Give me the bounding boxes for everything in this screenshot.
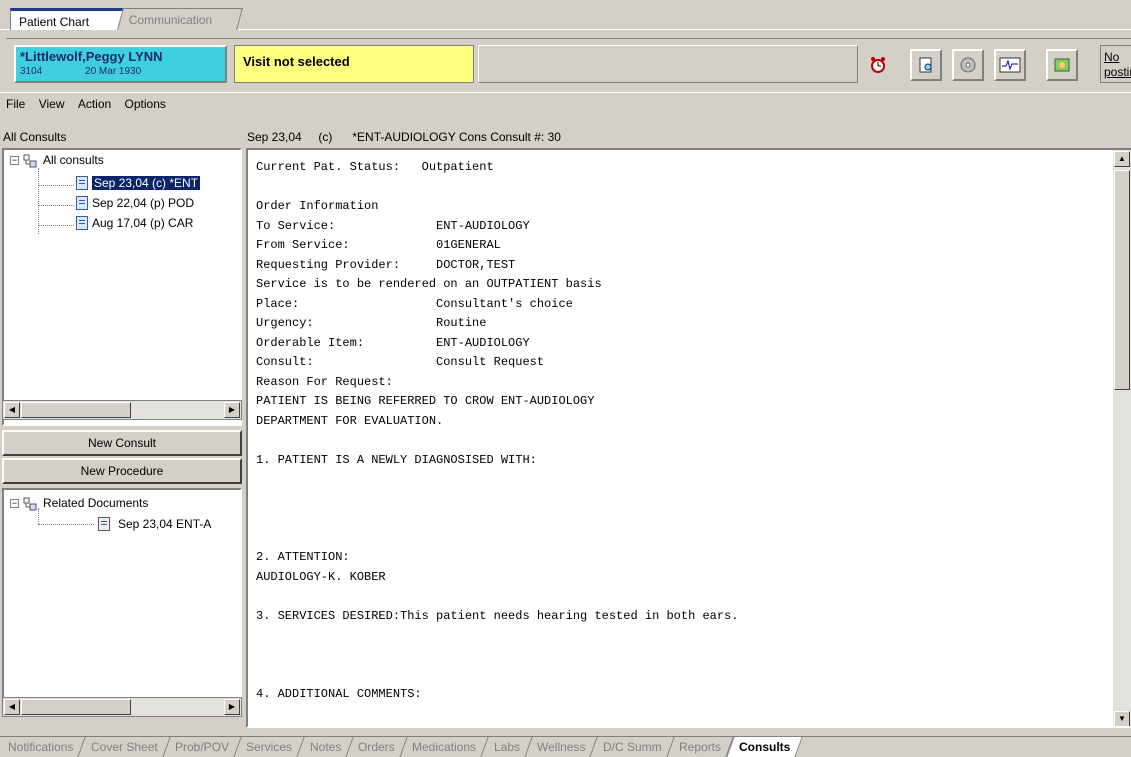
scroll-right-arrow-icon[interactable]: ▶ <box>224 699 240 715</box>
tab-label: Medications <box>412 740 477 754</box>
related-document-label: Sep 23,04 ENT-A <box>118 517 212 531</box>
tab-label: Orders <box>358 740 395 754</box>
tab-consults[interactable]: Consults <box>726 737 804 757</box>
consults-tree[interactable]: − All consults Sep 23,04 (c) *ENT Sep 22… <box>2 148 242 426</box>
tab-labs[interactable]: Labs <box>481 737 533 757</box>
tree-connector <box>38 205 74 206</box>
consult-document-icon <box>76 216 88 230</box>
related-horizontal-scrollbar[interactable]: ◀ ▶ <box>2 697 242 717</box>
patient-sub-info: 3104 20 Mar 1930 <box>20 66 221 77</box>
consult-item-label: Sep 23,04 (c) *ENT <box>92 176 201 190</box>
note-document-icon <box>98 517 110 531</box>
tab-label: Services <box>246 740 293 754</box>
scroll-thumb[interactable] <box>21 402 131 418</box>
scroll-thumb[interactable] <box>21 699 131 715</box>
app-window: Patient Chart Communication *Littlewolf,… <box>0 0 1131 757</box>
consult-item-label: Aug 17,04 (p) CAR <box>92 216 194 230</box>
tree-root-related-documents[interactable]: − Related Documents <box>10 494 148 512</box>
chart-tab-bar: Notifications Cover Sheet Prob/POV Servi… <box>0 736 1131 757</box>
scroll-right-arrow-icon[interactable]: ▶ <box>224 402 240 418</box>
related-documents-tree[interactable]: − Related Documents Sep 23,04 ENT-A <box>2 488 242 700</box>
scroll-left-arrow-icon[interactable]: ◀ <box>4 699 20 715</box>
tab-orders[interactable]: Orders <box>346 737 408 757</box>
patient-dob: 20 Mar 1930 <box>85 66 142 77</box>
consult-item[interactable]: Sep 22,04 (p) POD <box>76 194 194 212</box>
menu-bar: File View Action Options <box>0 92 1131 114</box>
alarm-clock-icon[interactable] <box>862 49 894 81</box>
tree-root-icon <box>23 154 37 168</box>
tab-label: D/C Summ <box>602 740 662 754</box>
tree-root-icon <box>23 497 37 511</box>
tab-label: Wellness <box>536 740 586 754</box>
tab-dc-summ[interactable]: D/C Summ <box>591 737 675 757</box>
tab-label: Prob/POV <box>174 740 229 754</box>
visit-selector[interactable]: Visit not selected <box>234 45 474 83</box>
header-spacer <box>478 45 858 83</box>
related-document-item[interactable]: Sep 23,04 ENT-A <box>98 515 211 533</box>
scroll-thumb[interactable] <box>1114 170 1130 390</box>
search-document-icon[interactable] <box>910 49 942 81</box>
tree-root-all-consults[interactable]: − All consults <box>10 151 104 169</box>
tab-communication-label: Communication <box>128 13 213 27</box>
patient-chart-number: 3104 <box>20 66 43 77</box>
menu-view[interactable]: View <box>39 97 65 111</box>
tab-label: Consults <box>739 740 791 754</box>
patient-name: *Littlewolf,Peggy LYNN <box>20 49 163 64</box>
collapse-icon[interactable]: − <box>10 498 19 508</box>
consult-document-icon <box>76 176 88 190</box>
tab-medications[interactable]: Medications <box>400 737 489 757</box>
tab-reports[interactable]: Reports <box>667 737 734 757</box>
tab-label: Cover Sheet <box>90 740 158 754</box>
consult-item[interactable]: Sep 23,04 (c) *ENT <box>76 174 201 192</box>
tab-label: Reports <box>678 740 721 754</box>
tab-label: Notes <box>309 740 341 754</box>
new-procedure-button[interactable]: New Procedure <box>2 458 242 484</box>
menu-options[interactable]: Options <box>125 97 166 111</box>
menu-file[interactable]: File <box>6 97 25 111</box>
patient-selector[interactable]: *Littlewolf,Peggy LYNN 3104 20 Mar 1930 <box>14 45 227 83</box>
no-posting-label: No postin <box>1104 50 1131 79</box>
collapse-icon[interactable]: − <box>10 155 19 165</box>
tree-root-label: All consults <box>43 153 104 167</box>
tab-notes[interactable]: Notes <box>297 737 354 757</box>
tab-patient-chart[interactable]: Patient Chart <box>10 8 126 30</box>
tab-communication[interactable]: Communication <box>117 8 243 30</box>
scroll-left-arrow-icon[interactable]: ◀ <box>4 402 20 418</box>
patient-notes-icon[interactable] <box>1046 49 1078 81</box>
top-tab-bar: Patient Chart Communication <box>0 0 1131 30</box>
tab-services[interactable]: Services <box>234 737 305 757</box>
new-consult-button[interactable]: New Consult <box>2 430 242 456</box>
consult-detail-text: Current Pat. Status: Outpatient Order In… <box>256 160 739 701</box>
menu-action[interactable]: Action <box>78 97 111 111</box>
consult-item[interactable]: Aug 17,04 (p) CAR <box>76 214 193 232</box>
consult-detail-panel[interactable]: Current Pat. Status: Outpatient Order In… <box>246 148 1131 728</box>
detail-vertical-scrollbar[interactable]: ▲ ▼ <box>1113 150 1131 726</box>
tab-label: Notifications <box>8 740 74 754</box>
all-consults-label: All Consults <box>3 130 67 144</box>
vital-signs-icon[interactable] <box>994 49 1026 81</box>
tab-cover-sheet[interactable]: Cover Sheet <box>79 737 171 757</box>
tree-connector <box>38 225 74 226</box>
consult-document-icon <box>76 196 88 210</box>
consults-horizontal-scrollbar[interactable]: ◀ ▶ <box>2 400 242 420</box>
scroll-up-arrow-icon[interactable]: ▲ <box>1114 151 1130 167</box>
tab-label: Labs <box>493 740 520 754</box>
scroll-down-arrow-icon[interactable]: ▼ <box>1114 711 1130 726</box>
tab-notifications[interactable]: Notifications <box>0 737 87 757</box>
no-posting-indicator[interactable]: No postin <box>1100 45 1131 83</box>
tree-root-label: Related Documents <box>43 496 149 510</box>
tree-connector <box>38 524 94 525</box>
tree-connector <box>38 185 74 186</box>
consult-detail-header: Sep 23,04 (c) *ENT-AUDIOLOGY Cons Consul… <box>247 130 561 144</box>
patient-header-bar: *Littlewolf,Peggy LYNN 3104 20 Mar 1930 … <box>6 38 1131 84</box>
tab-wellness[interactable]: Wellness <box>525 737 599 757</box>
consult-item-label: Sep 22,04 (p) POD <box>92 196 195 210</box>
tab-prob-pov[interactable]: Prob/POV <box>163 737 242 757</box>
disc-icon[interactable] <box>952 49 984 81</box>
